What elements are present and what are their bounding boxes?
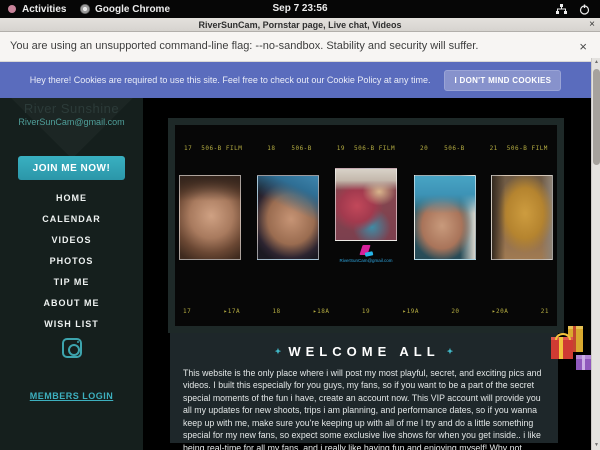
welcome-panel: ✦WELCOME ALL✦ This website is the only p… xyxy=(170,333,558,443)
welcome-title: WELCOME ALL xyxy=(288,344,439,359)
film-edge-label: 17 xyxy=(183,308,191,315)
members-login-link[interactable]: MEMBERS LOGIN xyxy=(0,391,143,401)
activities-button[interactable]: Activities xyxy=(8,0,66,18)
heading-ornament-left: ✦ xyxy=(275,347,282,356)
scrollbar-thumb[interactable] xyxy=(593,69,600,165)
film-edge-label: 506-B FILM xyxy=(201,145,242,152)
photo-thumbnail-1[interactable] xyxy=(179,175,241,260)
window-title: RiverSunCam, Pornstar page, Live chat, V… xyxy=(0,18,600,32)
contact-email-link[interactable]: RiverSunCam@gmail.com xyxy=(0,117,143,127)
logo-watermark-text: RiverSunCam@gmail.com xyxy=(337,258,395,263)
film-edge-label: 506-B FILM xyxy=(354,145,395,152)
focused-app-label: Google Chrome xyxy=(95,4,170,15)
thumbnail-3-group: RiverSunCam@gmail.com xyxy=(334,168,398,264)
sidebar: River Sunshine RiverSunCam@gmail.com JOI… xyxy=(0,98,143,450)
film-edge-label: 21 xyxy=(541,308,549,315)
film-edge-label: 17 xyxy=(184,145,192,152)
page-background-photo: River Sunshine RiverSunCam@gmail.com JOI… xyxy=(0,98,600,450)
thumbnail-row: RiverSunCam@gmail.com xyxy=(179,175,553,264)
welcome-heading: ✦ WELCOME ALL ✦ xyxy=(183,344,545,359)
photo-thumbnail-4[interactable] xyxy=(414,175,476,260)
photo-thumbnail-2[interactable] xyxy=(257,175,319,260)
cookie-banner: Hey there! Cookies are required to use t… xyxy=(0,62,591,98)
heading-ornament-right: ✦ xyxy=(447,347,454,356)
activities-dot-icon xyxy=(8,5,16,13)
scrollbar-up-arrow-icon[interactable]: ▲ xyxy=(592,58,600,67)
film-edge-label: 18 xyxy=(267,145,275,152)
window-title-bar: RiverSunCam, Pornstar page, Live chat, V… xyxy=(0,18,600,32)
sidebar-item-wish-list[interactable]: WISH LIST xyxy=(0,314,143,335)
film-edge-top-row: 17 506-B FILM 18 506-B 19 506-B FILM 20 506-… xyxy=(175,145,557,152)
join-now-button[interactable]: JOIN ME NOW! xyxy=(18,156,125,180)
sandbox-warning-bar: You are using an unsupported command-lin… xyxy=(0,32,600,62)
film-edge-label: 19 xyxy=(337,145,345,152)
film-edge-label: 19 xyxy=(362,308,370,315)
logo-glyph-icon xyxy=(358,245,374,258)
film-edge-label: ▸17A xyxy=(224,308,240,315)
site-logo-stamp: RiverSunCam@gmail.com xyxy=(334,245,398,264)
film-edge-label: ▸20A xyxy=(492,308,508,315)
gift-box-red-icon xyxy=(551,337,573,359)
film-edge-bottom-row: 17 ▸17A 18 ▸18A 19 ▸19A 20 ▸20A 21 xyxy=(183,308,549,315)
sandbox-warning-text: You are using an unsupported command-lin… xyxy=(10,32,478,61)
screen: Activities Google Chrome Sep 7 23:56 Riv… xyxy=(0,0,600,450)
sidebar-nav: HOME CALENDAR VIDEOS PHOTOS TIP ME ABOUT… xyxy=(0,188,143,335)
sidebar-item-videos[interactable]: VIDEOS xyxy=(0,230,143,251)
cookie-message: Hey there! Cookies are required to use t… xyxy=(30,75,431,85)
site-name: River Sunshine xyxy=(0,101,143,116)
gifts-widget[interactable] xyxy=(550,324,596,380)
film-edge-label: 506-B xyxy=(444,145,465,152)
film-edge-label: ▸18A xyxy=(313,308,329,315)
film-edge-label: 18 xyxy=(272,308,280,315)
film-edge-label: 506-B FILM xyxy=(507,145,548,152)
clock[interactable]: Sep 7 23:56 xyxy=(272,0,327,18)
instagram-camera-icon[interactable] xyxy=(62,338,82,358)
cookie-accept-button[interactable]: I DON'T MIND COOKIES xyxy=(444,70,561,91)
welcome-body-text: This website is the only place where i w… xyxy=(183,367,545,450)
warning-close-icon[interactable]: × xyxy=(579,32,587,61)
sidebar-item-calendar[interactable]: CALENDAR xyxy=(0,209,143,230)
activities-label: Activities xyxy=(22,4,66,15)
network-icon[interactable] xyxy=(556,4,567,15)
filmstrip: 17 506-B FILM 18 506-B 19 506-B FILM 20 506-… xyxy=(175,125,557,326)
chrome-icon xyxy=(80,4,90,14)
sidebar-item-photos[interactable]: PHOTOS xyxy=(0,251,143,272)
film-edge-label: 20 xyxy=(451,308,459,315)
film-edge-label: 506-B xyxy=(291,145,312,152)
window-close-icon[interactable]: × xyxy=(589,18,595,31)
photo-thumbnail-5[interactable] xyxy=(491,175,553,260)
film-edge-label: ▸19A xyxy=(402,308,418,315)
filmstrip-panel: 17 506-B FILM 18 506-B 19 506-B FILM 20 506-… xyxy=(168,118,564,333)
sidebar-item-tip-me[interactable]: TIP ME xyxy=(0,272,143,293)
film-edge-label: 20 xyxy=(420,145,428,152)
scrollbar-down-arrow-icon[interactable]: ▼ xyxy=(592,441,600,450)
scrollbar[interactable]: ▲ ▼ xyxy=(591,58,600,450)
gnome-top-bar: Activities Google Chrome Sep 7 23:56 xyxy=(0,0,600,18)
sidebar-item-home[interactable]: HOME xyxy=(0,188,143,209)
focused-app-menu[interactable]: Google Chrome xyxy=(80,0,170,18)
power-icon[interactable] xyxy=(579,4,590,15)
film-edge-label: 21 xyxy=(490,145,498,152)
photo-thumbnail-3[interactable] xyxy=(335,168,397,241)
sidebar-item-about-me[interactable]: ABOUT ME xyxy=(0,293,143,314)
